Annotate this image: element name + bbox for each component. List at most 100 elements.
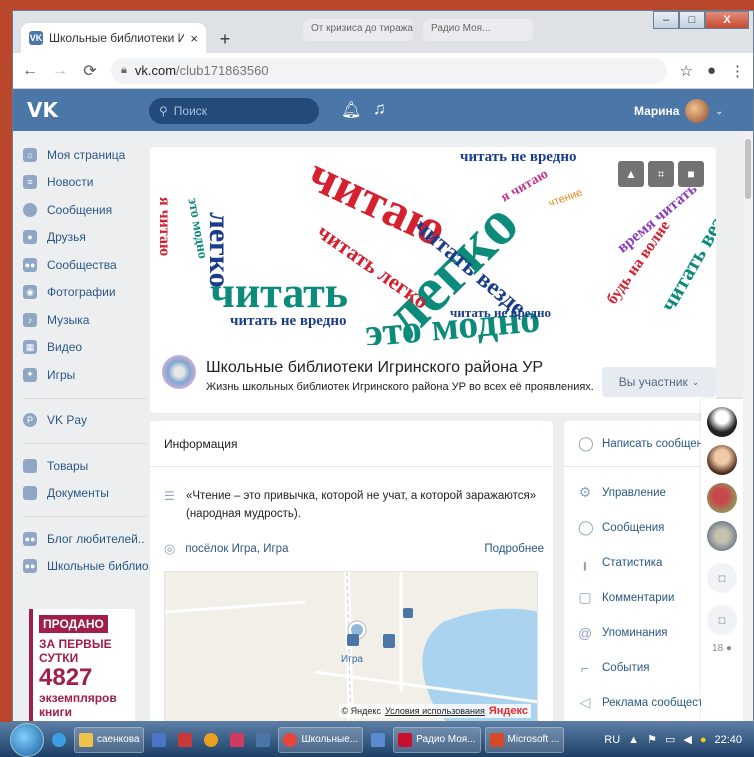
- tray-arrow-icon[interactable]: ▲: [628, 734, 639, 746]
- sidebar-item-docs[interactable]: Документы: [23, 480, 147, 508]
- ad-number: 4827: [39, 664, 93, 691]
- sidebar-item-news[interactable]: ≡ Новости: [23, 169, 147, 197]
- ie-icon[interactable]: [48, 727, 70, 753]
- avatar[interactable]: [707, 521, 737, 551]
- divider: [23, 516, 147, 517]
- forward-arrow-icon[interactable]: →: [51, 62, 69, 80]
- taskbar-item-chrome[interactable]: Школьные...: [278, 726, 364, 753]
- left-sidebar: ⌂ Моя страница ≡ Новости Сообщения ● Друзья…: [23, 141, 155, 581]
- news-icon: ≡: [23, 175, 37, 190]
- avatar[interactable]: [707, 407, 737, 437]
- sidebar-item-group-libraries[interactable]: ●● Школьные библио..: [23, 553, 155, 581]
- taskbar-app-icon[interactable]: [200, 727, 222, 753]
- back-arrow-icon[interactable]: ←: [21, 62, 39, 80]
- url-field[interactable]: 🔒︎ vk.com/club171863560: [111, 57, 668, 84]
- menu-item-manage[interactable]: ⚙ Управление: [564, 475, 716, 510]
- taskbar-app-icon[interactable]: [226, 727, 248, 753]
- taskbar-app-icon[interactable]: [174, 727, 196, 753]
- menu-item-mentions[interactable]: @ Упоминания: [564, 615, 716, 650]
- network-icon[interactable]: ▭: [665, 733, 675, 746]
- language-indicator[interactable]: RU: [604, 734, 620, 746]
- taskbar-item-radio[interactable]: Радио Моя...: [393, 726, 481, 753]
- yandex-icon: [398, 732, 413, 747]
- write-message-button[interactable]: ◯ Написать сообщение: [564, 421, 716, 467]
- clock[interactable]: 22:40: [714, 734, 742, 746]
- menu-item-ads[interactable]: ◁ Реклама сообщества: [564, 685, 716, 720]
- chevron-down-icon: ⌄: [691, 376, 700, 387]
- search-icon: ⚲: [159, 104, 168, 118]
- location-link[interactable]: посёлок Игра, Игра: [185, 543, 474, 555]
- more-link[interactable]: Подробнее: [484, 543, 544, 555]
- menu-item-messages[interactable]: ◯ Сообщения: [564, 510, 716, 545]
- bell-icon[interactable]: 🔔︎: [341, 100, 361, 120]
- sidebar-item-video[interactable]: ▦ Видео: [23, 334, 147, 362]
- cover-word: читать не вредно: [450, 305, 551, 320]
- trash-icon[interactable]: ■: [678, 161, 704, 187]
- events-icon: ⌐: [580, 659, 590, 676]
- norton-icon[interactable]: ●: [700, 734, 707, 746]
- page-title: Школьные библиотеки Игринского района УР: [206, 359, 544, 376]
- avatar[interactable]: [707, 445, 737, 475]
- taskbar-app-icon[interactable]: [367, 727, 389, 753]
- search-input[interactable]: ⚲ Поиск: [149, 98, 319, 124]
- avatar[interactable]: [707, 483, 737, 513]
- sidebar-item-messages[interactable]: Сообщения: [23, 196, 147, 224]
- map-terms-link[interactable]: Условия использования: [385, 706, 485, 716]
- ad-banner[interactable]: ПРОДАНО ЗА ПЕРВЫЕ СУТКИ 4827 экземпляров…: [29, 609, 135, 721]
- map[interactable]: Игра © Яндекс Условия использования Янде…: [164, 571, 538, 721]
- close-tab-icon[interactable]: ×: [190, 31, 198, 46]
- start-button[interactable]: [10, 722, 44, 757]
- vk-logo[interactable]: VK: [27, 98, 58, 122]
- menu-item-comments[interactable]: ▢ Комментарии: [564, 580, 716, 615]
- scrollbar[interactable]: [743, 131, 753, 721]
- camera-icon[interactable]: ◘: [707, 605, 737, 635]
- scrollbar-thumb[interactable]: [745, 139, 751, 199]
- music-icon: ♪: [23, 312, 37, 327]
- taskbar-app-icon[interactable]: [148, 727, 170, 753]
- tab-active[interactable]: VK Школьные библиотеки Игринск ×: [21, 23, 206, 53]
- online-count[interactable]: 18 ●: [701, 643, 743, 654]
- camera-icon[interactable]: ◘: [707, 563, 737, 593]
- messages-icon: [23, 202, 37, 217]
- background-tab[interactable]: Радио Моя...: [423, 19, 533, 41]
- cover-word: читать не вредно: [230, 313, 347, 329]
- sidebar-item-games[interactable]: ✦ Игры: [23, 361, 147, 389]
- chat-bubble-icon: ◯: [578, 435, 594, 451]
- browser-window: VK Школьные библиотеки Игринск × + От кр…: [12, 10, 754, 722]
- sidebar-item-friends[interactable]: ● Друзья: [23, 224, 147, 252]
- sidebar-item-vkpay[interactable]: P VK Pay: [23, 407, 147, 435]
- comments-icon: ▢: [578, 589, 592, 605]
- taskbar-item-folder[interactable]: саенкова: [74, 726, 145, 753]
- maximize-button[interactable]: □: [679, 11, 705, 29]
- background-tab[interactable]: От кризиса до тиража: [303, 19, 413, 41]
- bookmark-star-icon[interactable]: ☆: [679, 62, 692, 80]
- avatar: [685, 99, 710, 123]
- sidebar-item-group-blog[interactable]: ●● Блог любителей..: [23, 525, 147, 553]
- taskbar-app-icon[interactable]: [252, 727, 274, 753]
- menu-item-stats[interactable]: ╻ Статистика: [564, 545, 716, 580]
- close-window-button[interactable]: X: [705, 11, 749, 29]
- sidebar-item-groups[interactable]: ●● Сообщества: [23, 251, 147, 279]
- new-tab-button[interactable]: +: [213, 27, 237, 51]
- user-menu[interactable]: Марина ⌄: [634, 99, 723, 123]
- sidebar-item-my-page[interactable]: ⌂ Моя страница: [23, 141, 147, 169]
- sidebar-item-photos[interactable]: ◉ Фотографии: [23, 279, 147, 307]
- menu-dots-icon[interactable]: ⋮: [730, 62, 745, 80]
- upload-icon[interactable]: ▲: [618, 161, 644, 187]
- music-note-icon[interactable]: ♫: [373, 99, 386, 119]
- member-button[interactable]: Вы участник ⌄: [602, 367, 716, 397]
- taskbar-item-office[interactable]: Microsoft ...: [484, 726, 565, 753]
- group-avatar[interactable]: [162, 355, 196, 389]
- volume-icon[interactable]: ◀: [683, 733, 691, 746]
- ad-caption: экземпляров: [39, 691, 117, 705]
- divider: [23, 397, 147, 399]
- minimize-button[interactable]: –: [653, 11, 679, 29]
- flag-icon[interactable]: ⚑: [647, 733, 657, 746]
- sidebar-item-goods[interactable]: Товары: [23, 452, 147, 480]
- crop-icon[interactable]: ⌗: [648, 161, 674, 187]
- menu-item-events[interactable]: ⌐ События: [564, 650, 716, 685]
- chevron-down-icon: ⌄: [715, 105, 723, 116]
- reload-icon[interactable]: ⟳: [81, 61, 99, 81]
- profile-icon[interactable]: ●: [707, 62, 716, 79]
- sidebar-item-music[interactable]: ♪ Музыка: [23, 306, 147, 334]
